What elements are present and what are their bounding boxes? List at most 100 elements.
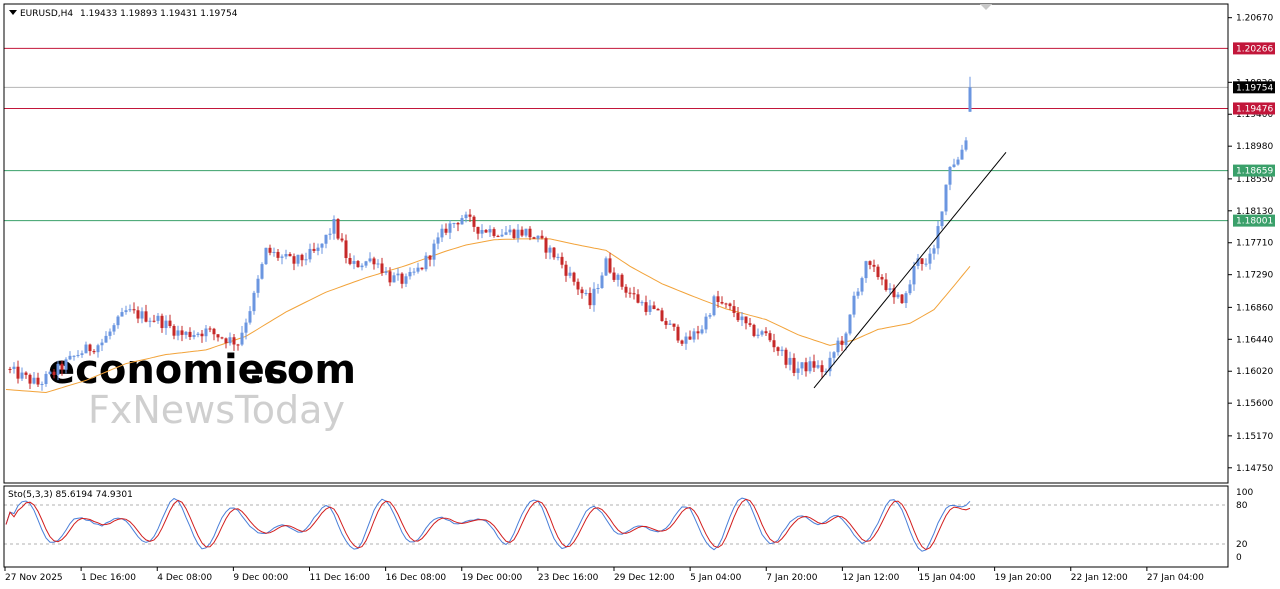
price-chart[interactable]: economies .com FxNewsToday 1.206701.1982… xyxy=(0,0,1280,589)
candle-bull xyxy=(416,267,420,272)
level-badge-label: 1.19476 xyxy=(1236,104,1273,114)
candle-bull xyxy=(604,258,608,276)
candle-bull xyxy=(692,331,696,340)
candle-bull xyxy=(320,243,324,248)
price-tick-label: 1.15170 xyxy=(1236,432,1273,442)
candle-bull xyxy=(32,377,36,384)
candle-bear xyxy=(476,226,480,234)
chart-symbol: EURUSD,H4 xyxy=(20,9,73,19)
candle-bull xyxy=(72,355,76,357)
candle-bear xyxy=(872,264,876,267)
candle-bear xyxy=(312,248,316,251)
candle-bull xyxy=(684,336,688,344)
candle-bull xyxy=(360,265,364,268)
candle-bear xyxy=(276,251,280,258)
candle-bull xyxy=(504,232,508,235)
candle-bear xyxy=(468,214,472,217)
candle-bull xyxy=(184,331,188,335)
time-tick-label: 23 Dec 16:00 xyxy=(538,573,599,583)
symbol-menu-icon[interactable] xyxy=(9,10,17,15)
candle-bear xyxy=(544,238,548,253)
candle-bull xyxy=(912,265,916,285)
candle-bull xyxy=(924,263,928,265)
price-tick-label: 1.14750 xyxy=(1236,464,1273,474)
candle-bull xyxy=(12,366,16,369)
candle-bull xyxy=(452,223,456,225)
candle-bull xyxy=(44,373,48,384)
candle-bull xyxy=(584,292,588,294)
candle-bear xyxy=(484,229,488,233)
time-tick-label: 27 Jan 04:00 xyxy=(1147,573,1204,583)
candle-bear xyxy=(748,323,752,325)
candle-bull xyxy=(20,372,24,379)
time-tick-label: 4 Dec 08:00 xyxy=(157,573,212,583)
candle-bear xyxy=(456,223,460,225)
candle-bear xyxy=(528,228,532,238)
candle-bull xyxy=(460,218,464,225)
candle-bear xyxy=(300,254,304,261)
candle-bull xyxy=(760,331,764,335)
time-tick-label: 19 Jan 20:00 xyxy=(995,573,1052,583)
candle-bear xyxy=(820,365,824,373)
candle-bull xyxy=(316,247,320,251)
candle-bull xyxy=(616,274,620,280)
candle-bear xyxy=(540,235,544,239)
candle-bull xyxy=(788,357,792,365)
candle-bear xyxy=(132,309,136,311)
candle-bull xyxy=(124,310,128,313)
price-tick-label: 1.16440 xyxy=(1236,335,1273,345)
candle-bear xyxy=(572,272,576,282)
candle-bull xyxy=(284,254,288,257)
candle-bear xyxy=(136,310,140,319)
time-tick-label: 1 Dec 16:00 xyxy=(81,573,136,583)
candle-bear xyxy=(236,344,240,346)
candle-bear xyxy=(380,263,384,273)
candle-bull xyxy=(908,284,912,294)
candle-bear xyxy=(580,289,584,294)
stochastic-label: Sto(5,3,3) 85.6194 74.9301 xyxy=(8,490,133,500)
candle-bear xyxy=(868,261,872,265)
candle-bull xyxy=(112,325,116,332)
candle-bull xyxy=(376,263,380,265)
time-tick-label: 7 Jan 20:00 xyxy=(766,573,818,583)
time-tick-label: 16 Dec 08:00 xyxy=(386,573,447,583)
candle-bull xyxy=(436,237,440,244)
candle-bull xyxy=(324,234,328,244)
candle-bear xyxy=(92,351,96,353)
candle-bull xyxy=(248,311,252,323)
time-tick-label: 15 Jan 04:00 xyxy=(919,573,976,583)
candle-bear xyxy=(880,277,884,280)
candle-bear xyxy=(768,333,772,341)
candle-bull xyxy=(500,234,504,237)
candle-bull xyxy=(756,334,760,336)
candle-bull xyxy=(568,272,572,276)
candle-bear xyxy=(512,229,516,239)
candle-bull xyxy=(264,247,268,265)
candle-bull xyxy=(108,331,112,336)
candle-bull xyxy=(480,229,484,234)
candle-bear xyxy=(444,228,448,233)
candle-bull xyxy=(864,261,868,279)
level-badge-label: 1.18001 xyxy=(1236,217,1273,227)
candle-bear xyxy=(576,281,580,290)
candle-bull xyxy=(120,312,124,317)
candle-bear xyxy=(840,340,844,345)
candle-bull xyxy=(68,355,72,360)
candle-bear xyxy=(676,326,680,341)
candle-bull xyxy=(48,371,52,374)
candle-bull xyxy=(368,258,372,262)
candle-bear xyxy=(268,247,272,253)
candle-bear xyxy=(560,256,564,265)
candle-bear xyxy=(348,258,352,264)
candle-bear xyxy=(792,357,796,373)
candle-bull xyxy=(404,276,408,284)
candle-bull xyxy=(176,330,180,336)
candle-bull xyxy=(304,259,308,261)
candle-bull xyxy=(508,229,512,233)
level-badge-label: 1.18659 xyxy=(1236,167,1273,177)
candle-bull xyxy=(848,314,852,334)
candle-bear xyxy=(88,344,92,352)
level-badge-label: 1.20266 xyxy=(1236,44,1273,54)
candle-bull xyxy=(940,211,944,227)
price-tick-label: 1.17710 xyxy=(1236,239,1273,249)
